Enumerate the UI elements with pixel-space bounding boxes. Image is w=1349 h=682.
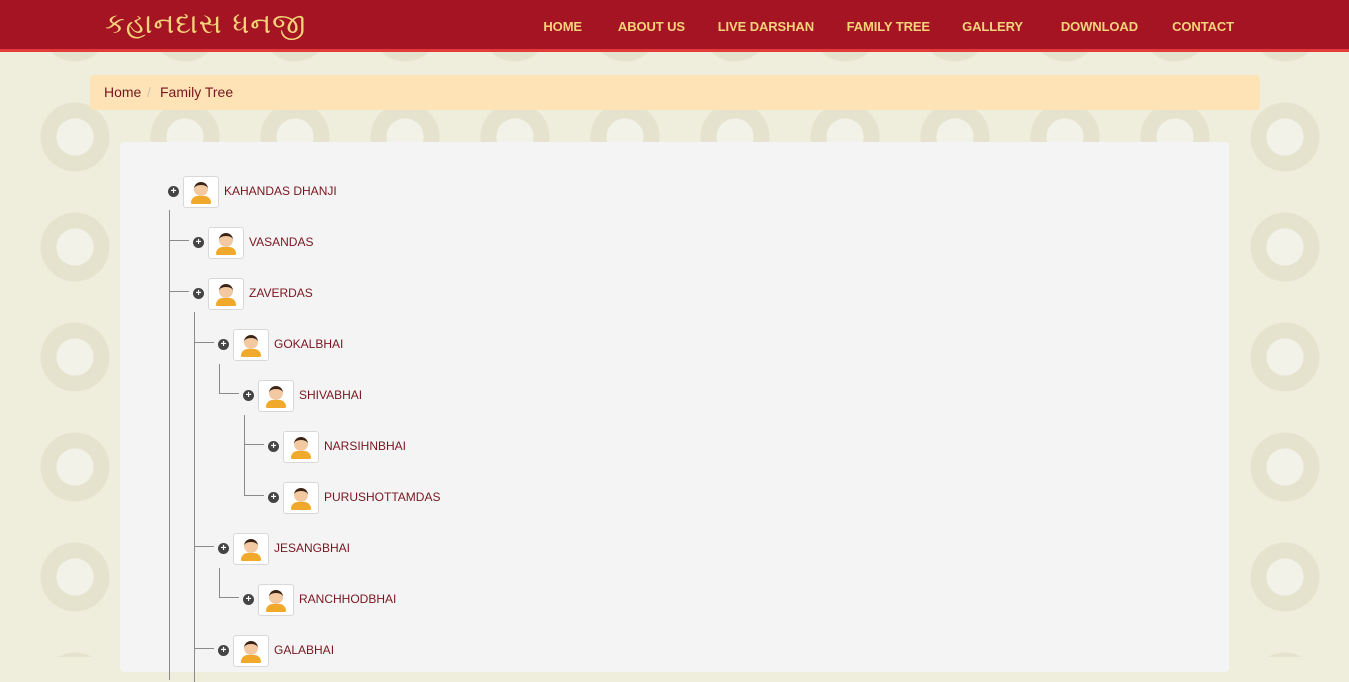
- nav-family-tree[interactable]: FAMILY TREE: [847, 19, 931, 34]
- node-name[interactable]: VASANDAS: [249, 235, 313, 249]
- tree-connector: [169, 240, 189, 241]
- family-tree-panel: + KAHANDAS DHANJI + VASANDAS + ZAVERDAS …: [120, 142, 1229, 682]
- plus-circle-icon[interactable]: +: [243, 594, 254, 605]
- person-avatar-icon: [208, 227, 244, 259]
- plus-circle-icon[interactable]: +: [268, 441, 279, 452]
- node-name[interactable]: NARSIHNBHAI: [324, 439, 406, 453]
- person-avatar-icon: [283, 482, 319, 514]
- node-name[interactable]: GALABHAI: [274, 643, 334, 657]
- plus-circle-icon[interactable]: +: [218, 543, 229, 554]
- tree-connector: [244, 415, 245, 496]
- breadcrumb-separator: /: [147, 84, 151, 100]
- tree-connector: [194, 342, 214, 343]
- plus-circle-icon[interactable]: +: [268, 492, 279, 503]
- tree-connector: [244, 495, 264, 496]
- tree-connector: [194, 312, 195, 682]
- tree-connector: [219, 568, 220, 598]
- node-name[interactable]: KAHANDAS DHANJI: [224, 184, 337, 198]
- nav-home[interactable]: HOME: [543, 19, 582, 34]
- node-name[interactable]: GOKALBHAI: [274, 337, 343, 351]
- person-avatar-icon: [233, 533, 269, 565]
- tree-connector: [219, 364, 220, 394]
- node-name[interactable]: RANCHHODBHAI: [299, 592, 396, 606]
- tree-connector: [169, 210, 170, 680]
- node-name[interactable]: SHIVABHAI: [299, 388, 362, 402]
- nav-download[interactable]: DOWNLOAD: [1061, 19, 1138, 34]
- breadcrumb-current: Family Tree: [160, 84, 234, 100]
- tree-connector: [219, 597, 239, 598]
- tree-connector: [244, 444, 264, 445]
- tree-connector: [194, 648, 214, 649]
- plus-circle-icon[interactable]: +: [243, 390, 254, 401]
- tree-connector: [219, 393, 239, 394]
- breadcrumb: Home / Family Tree: [90, 75, 1260, 110]
- plus-circle-icon[interactable]: +: [218, 339, 229, 350]
- plus-circle-icon[interactable]: +: [168, 186, 179, 197]
- breadcrumb-home-link[interactable]: Home: [104, 84, 141, 100]
- person-avatar-icon: [208, 278, 244, 310]
- plus-circle-icon[interactable]: +: [193, 288, 204, 299]
- person-avatar-icon: [258, 380, 294, 412]
- site-header: કહાનદાસ ધનજી HOME ABOUT US LIVE DARSHAN …: [0, 0, 1349, 52]
- plus-circle-icon[interactable]: +: [218, 645, 229, 656]
- node-name[interactable]: JESANGBHAI: [274, 541, 350, 555]
- site-logo[interactable]: કહાનદાસ ધનજી: [105, 6, 306, 42]
- tree-connector: [194, 546, 214, 547]
- person-avatar-icon: [233, 329, 269, 361]
- nav-gallery[interactable]: GALLERY: [962, 19, 1023, 34]
- nav-live-darshan[interactable]: LIVE DARSHAN: [718, 19, 814, 34]
- nav-about-us[interactable]: ABOUT US: [618, 19, 685, 34]
- person-avatar-icon: [258, 584, 294, 616]
- node-name[interactable]: PURUSHOTTAMDAS: [324, 490, 440, 504]
- person-avatar-icon: [233, 635, 269, 667]
- nav-contact[interactable]: CONTACT: [1172, 19, 1234, 34]
- node-name[interactable]: ZAVERDAS: [249, 286, 313, 300]
- person-avatar-icon: [283, 431, 319, 463]
- person-avatar-icon: [183, 176, 219, 208]
- tree-connector: [169, 291, 189, 292]
- plus-circle-icon[interactable]: +: [193, 237, 204, 248]
